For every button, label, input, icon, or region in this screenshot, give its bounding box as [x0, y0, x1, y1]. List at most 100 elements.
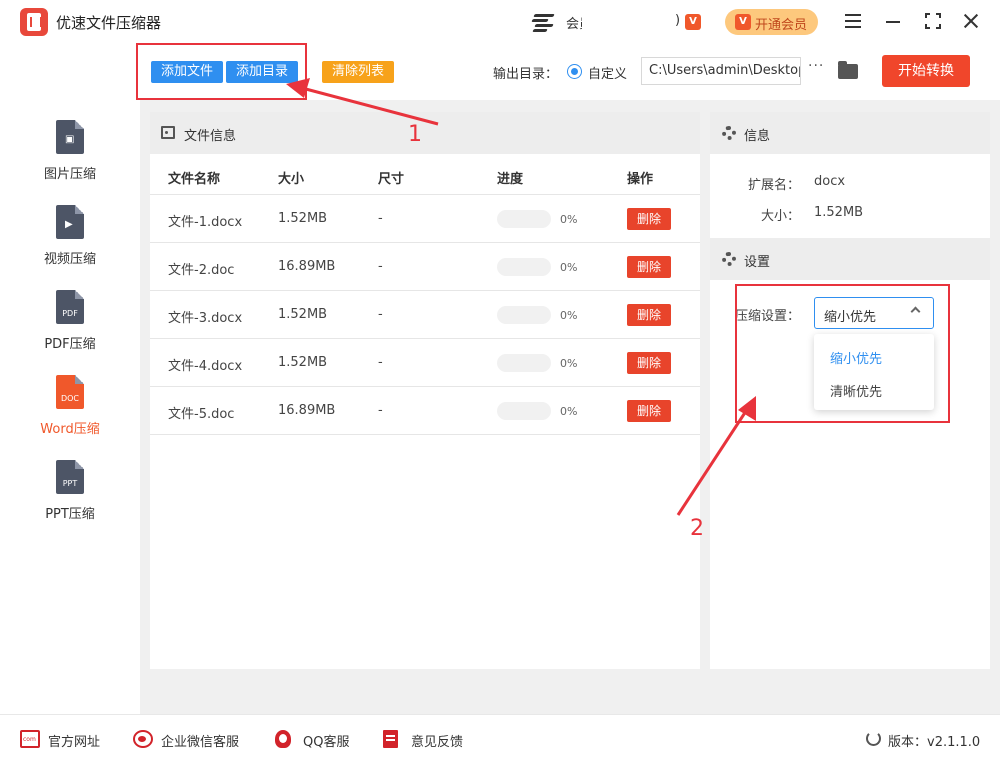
file-dimension: - — [378, 259, 383, 274]
extension-value: docx — [814, 174, 846, 189]
website-label: 官方网址 — [48, 735, 101, 750]
sidebar-item-label: 视频压缩 — [43, 252, 96, 267]
table-bottom-divider — [150, 434, 700, 435]
file-name: 文件-1.docx — [168, 215, 243, 230]
column-header-action: 操作 — [627, 172, 654, 187]
close-icon[interactable] — [958, 8, 984, 34]
video-file-icon: ▶ — [56, 205, 84, 239]
image-icon — [161, 126, 175, 139]
file-size: 1.52MB — [278, 355, 328, 370]
doc-file-icon: DOC — [56, 375, 84, 409]
table-row: 文件-5.doc 16.89MB - 0% 删除 — [150, 386, 700, 434]
annotation-number-1: 1 — [408, 122, 422, 147]
annotation-number-2: 2 — [690, 516, 704, 541]
delete-button[interactable]: 删除 — [627, 304, 671, 326]
column-header-progress: 进度 — [497, 172, 524, 187]
progress-label: 0% — [560, 357, 578, 370]
settings-title: 设置 — [744, 255, 771, 270]
table-row: 文件-1.docx 1.52MB - 0% 删除 — [150, 194, 700, 242]
feedback-icon — [383, 730, 398, 748]
output-path-input[interactable]: C:\Users\admin\Desktop — [641, 57, 801, 85]
file-size: 1.52MB — [278, 211, 328, 226]
maximize-icon[interactable] — [920, 8, 946, 34]
annotation-box-1 — [136, 43, 307, 100]
app-title: 优速文件压缩器 — [56, 14, 162, 32]
progress-label: 0% — [560, 261, 578, 274]
version-label: 版本：v2.1.1.0 — [888, 735, 981, 750]
minimize-icon[interactable] — [880, 8, 906, 34]
file-size: 16.89MB — [278, 259, 336, 274]
qq-icon — [275, 730, 291, 748]
pdf-file-icon: PDF — [56, 290, 84, 324]
delete-button[interactable]: 删除 — [627, 256, 671, 278]
size-label: 大小： — [760, 209, 800, 224]
progress-label: 0% — [560, 213, 578, 226]
delete-button[interactable]: 删除 — [627, 208, 671, 230]
file-name: 文件-2.doc — [168, 263, 235, 278]
open-vip-button[interactable]: V 开通会员 — [725, 9, 818, 35]
open-vip-label: 开通会员 — [755, 18, 808, 33]
vip-mini-icon: V — [685, 14, 701, 30]
file-dimension: - — [378, 355, 383, 370]
wechat-label: 企业微信客服 — [161, 735, 240, 750]
file-name: 文件-4.docx — [168, 359, 243, 374]
gear-icon — [722, 126, 736, 140]
sidebar: ▣ 图片压缩 ▶ 视频压缩 PDF PDF压缩 DOC Word压缩 PPT P… — [0, 44, 140, 714]
column-header-dimension: 尺寸 — [378, 172, 405, 187]
member-label[interactable]: 会员 — [566, 13, 582, 32]
file-info-header: 文件信息 — [150, 112, 700, 154]
ppt-file-icon: PPT — [56, 460, 84, 494]
progress-bar — [497, 210, 551, 228]
sidebar-item-word[interactable]: DOC Word压缩 — [0, 375, 140, 455]
info-header: 信息 — [710, 112, 990, 154]
column-header-name: 文件名称 — [168, 172, 221, 187]
progress-bar — [497, 306, 551, 324]
qq-label: QQ客服 — [303, 735, 350, 750]
sidebar-item-image[interactable]: ▣ 图片压缩 — [0, 120, 140, 200]
sidebar-item-video[interactable]: ▶ 视频压缩 — [0, 205, 140, 285]
annotation-box-2 — [735, 284, 950, 423]
progress-bar — [497, 258, 551, 276]
delete-button[interactable]: 删除 — [627, 352, 671, 374]
sidebar-item-ppt[interactable]: PPT PPT压缩 — [0, 460, 140, 540]
folder-icon[interactable] — [838, 61, 858, 79]
image-file-icon: ▣ — [56, 120, 84, 154]
vip-bracket-glyph: ) — [675, 13, 681, 28]
file-name: 文件-3.docx — [168, 311, 243, 326]
file-info-panel: 文件信息 文件名称 大小 尺寸 进度 操作 文件-1.docx 1.52MB -… — [150, 112, 700, 669]
file-dimension: - — [378, 211, 383, 226]
file-dimension: - — [378, 403, 383, 418]
refresh-icon[interactable] — [866, 731, 881, 746]
footer: 官方网址 企业微信客服 QQ客服 意见反馈 版本：v2.1.1.0 — [0, 714, 1000, 760]
file-size: 16.89MB — [278, 403, 336, 418]
extension-label: 扩展名： — [747, 178, 800, 193]
delete-button[interactable]: 删除 — [627, 400, 671, 422]
file-info-title: 文件信息 — [184, 129, 237, 144]
wechat-icon — [133, 730, 153, 748]
custom-output-radio[interactable] — [567, 64, 582, 79]
file-name: 文件-5.doc — [168, 407, 235, 422]
table-row: 文件-4.docx 1.52MB - 0% 删除 — [150, 338, 700, 386]
more-options-button[interactable]: ··· — [808, 58, 824, 74]
settings-header: 设置 — [710, 238, 990, 280]
website-icon — [20, 730, 40, 748]
app-logo-icon — [20, 8, 48, 36]
column-header-size: 大小 — [278, 172, 305, 187]
start-convert-button[interactable]: 开始转换 — [882, 55, 970, 87]
sidebar-item-label: PPT压缩 — [45, 507, 95, 522]
info-title: 信息 — [744, 129, 771, 144]
table-row: 文件-3.docx 1.52MB - 0% 删除 — [150, 290, 700, 338]
sidebar-item-label: PDF压缩 — [44, 337, 96, 352]
menu-icon[interactable] — [840, 8, 866, 34]
custom-output-label[interactable]: 自定义 — [588, 63, 627, 82]
file-dimension: - — [378, 307, 383, 322]
progress-label: 0% — [560, 405, 578, 418]
progress-bar — [497, 402, 551, 420]
clear-list-button[interactable]: 清除列表 — [322, 61, 394, 83]
vip-icon: V — [735, 14, 751, 30]
progress-bar — [497, 354, 551, 372]
member-icon[interactable] — [530, 12, 556, 34]
table-row: 文件-2.doc 16.89MB - 0% 删除 — [150, 242, 700, 290]
sidebar-item-pdf[interactable]: PDF PDF压缩 — [0, 290, 140, 370]
file-size: 1.52MB — [278, 307, 328, 322]
